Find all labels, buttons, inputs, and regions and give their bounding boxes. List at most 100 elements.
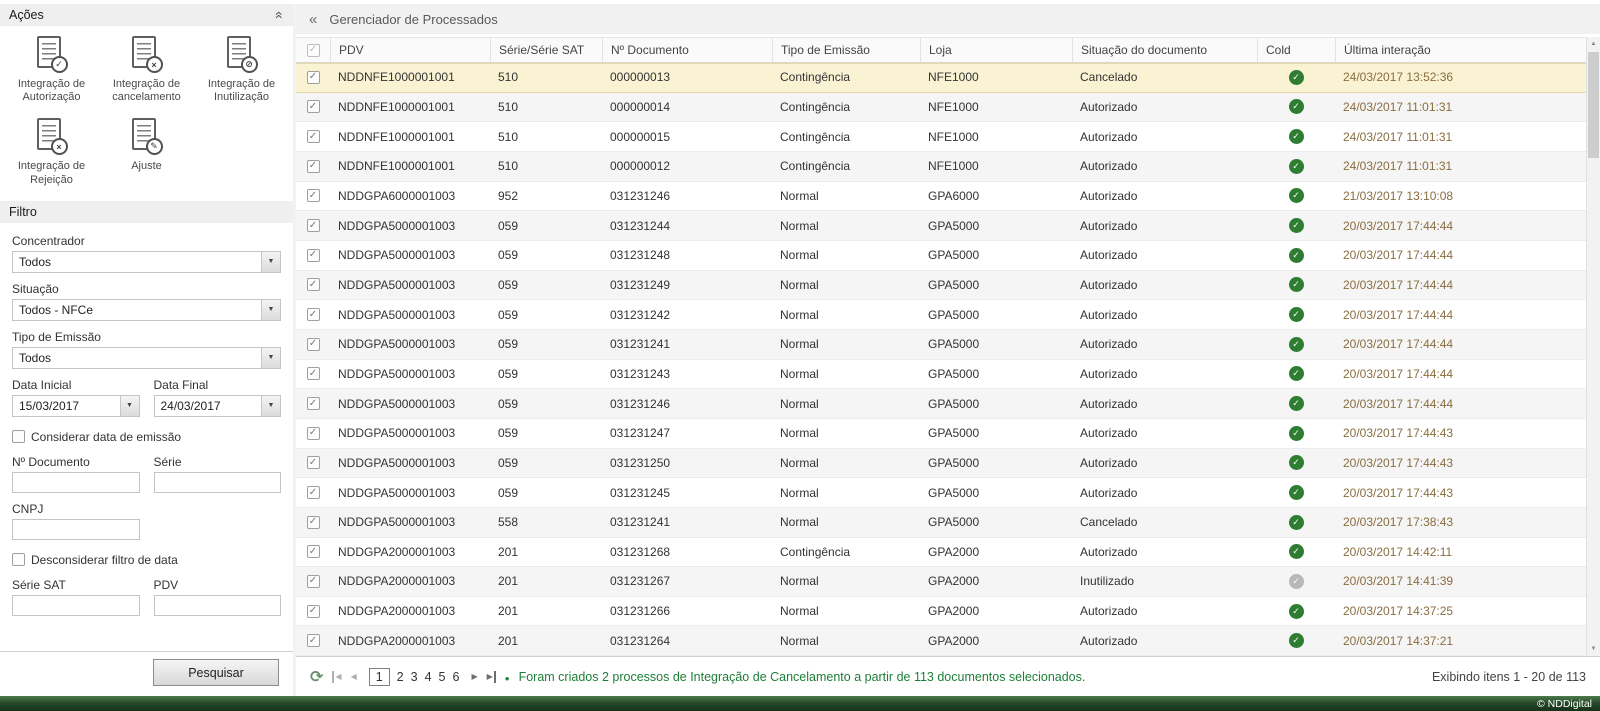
data-inicial-picker[interactable]: 15/03/2017 (12, 395, 140, 417)
collapse-sidebar-icon[interactable] (309, 11, 317, 28)
situacao-value: Todos - NFCe (13, 300, 261, 320)
row-checkbox[interactable] (307, 545, 320, 558)
refresh-icon[interactable] (310, 667, 323, 687)
row-checkbox[interactable] (307, 367, 320, 380)
cell-ultima-interacao: 21/03/2017 13:10:08 (1335, 189, 1586, 203)
serie-sat-input[interactable] (12, 595, 140, 616)
row-checkbox[interactable] (307, 338, 320, 351)
considerar-label: Considerar data de emissão (31, 430, 181, 444)
row-checkbox[interactable] (307, 605, 320, 618)
table-row[interactable]: NDDGPA5000001003 059 031231249 Normal GP… (296, 271, 1586, 301)
row-checkbox[interactable] (307, 100, 320, 113)
table-row[interactable]: NDDGPA5000001003 059 031231248 Normal GP… (296, 241, 1586, 271)
page-button-6[interactable]: 6 (452, 670, 459, 684)
row-checkbox[interactable] (307, 634, 320, 647)
column-header-6[interactable]: Situação do documento (1072, 38, 1257, 62)
data-final-picker[interactable]: 24/03/2017 (154, 395, 282, 417)
next-page-icon[interactable] (471, 671, 477, 683)
table-row[interactable]: NDDGPA2000001003 201 031231268 Contingên… (296, 538, 1586, 568)
chevron-down-icon[interactable] (261, 396, 280, 416)
row-checkbox[interactable] (307, 278, 320, 291)
table-row[interactable]: NDDGPA5000001003 059 031231250 Normal GP… (296, 449, 1586, 479)
row-checkbox[interactable] (307, 308, 320, 321)
table-row[interactable]: NDDGPA5000001003 059 031231246 Normal GP… (296, 389, 1586, 419)
page-button-3[interactable]: 3 (411, 670, 418, 684)
action-button-3[interactable]: ⊘Integração de Inutilização (196, 36, 288, 104)
cell-situacao: Autorizado (1072, 100, 1257, 114)
previous-page-icon[interactable] (351, 671, 357, 683)
table-row[interactable]: NDDGPA2000001003 201 031231266 Normal GP… (296, 597, 1586, 627)
documento-input[interactable] (12, 472, 140, 493)
column-header-8[interactable]: Última interação (1335, 38, 1586, 62)
row-checkbox[interactable] (307, 486, 320, 499)
action-button-4[interactable]: ×Integração de Rejeição (6, 118, 98, 186)
table-row[interactable]: NDDGPA5000001003 059 031231247 Normal GP… (296, 419, 1586, 449)
search-button[interactable]: Pesquisar (153, 659, 279, 686)
action-button-2[interactable]: ×Integração de cancelamento (101, 36, 193, 104)
row-checkbox[interactable] (307, 397, 320, 410)
tipo-emissao-select[interactable]: Todos (12, 347, 281, 369)
row-checkbox[interactable] (307, 160, 320, 173)
column-header-1[interactable]: PDV (330, 38, 490, 62)
considerar-checkbox-row[interactable]: Considerar data de emissão (12, 430, 281, 444)
main-header: Gerenciador de Processados (296, 4, 1600, 34)
row-checkbox[interactable] (307, 427, 320, 440)
cnpj-input[interactable] (12, 519, 140, 540)
action-button-1[interactable]: ✓Integração de Autorização (6, 36, 98, 104)
cell-situacao: Autorizado (1072, 130, 1257, 144)
table-row[interactable]: NDDGPA5000001003 059 031231244 Normal GP… (296, 211, 1586, 241)
row-checkbox[interactable] (307, 516, 320, 529)
vertical-scrollbar[interactable] (1586, 37, 1600, 656)
situacao-select[interactable]: Todos - NFCe (12, 299, 281, 321)
action-button-5[interactable]: ✎Ajuste (101, 118, 193, 186)
page-button-2[interactable]: 2 (397, 670, 404, 684)
concentrador-select[interactable]: Todos (12, 251, 281, 273)
table-row[interactable]: NDDNFE1000001001 510 000000013 Contingên… (296, 63, 1586, 93)
scroll-up-icon[interactable] (1587, 37, 1600, 51)
table-row[interactable]: NDDNFE1000001001 510 000000015 Contingên… (296, 122, 1586, 152)
row-checkbox[interactable] (307, 189, 320, 202)
chevron-down-icon[interactable] (120, 396, 139, 416)
chevron-down-icon[interactable] (261, 300, 280, 320)
select-all-checkbox[interactable] (307, 44, 320, 57)
table-row[interactable]: NDDNFE1000001001 510 000000014 Contingên… (296, 93, 1586, 123)
column-header-5[interactable]: Loja (920, 38, 1072, 62)
table-row[interactable]: NDDGPA2000001003 201 031231267 Normal GP… (296, 567, 1586, 597)
last-page-icon[interactable] (487, 671, 496, 683)
table-row[interactable]: NDDGPA5000001003 059 031231243 Normal GP… (296, 360, 1586, 390)
table-row[interactable]: NDDGPA6000001003 952 031231246 Normal GP… (296, 182, 1586, 212)
table-row[interactable]: NDDGPA5000001003 059 031231245 Normal GP… (296, 478, 1586, 508)
first-page-icon[interactable] (332, 671, 341, 683)
row-checkbox[interactable] (307, 71, 320, 84)
desconsiderar-checkbox[interactable] (12, 553, 25, 566)
scrollbar-thumb[interactable] (1588, 52, 1599, 158)
column-header-3[interactable]: Nº Documento (602, 38, 772, 62)
select-all-cell (296, 38, 330, 62)
chevron-down-icon[interactable] (261, 348, 280, 368)
row-checkbox[interactable] (307, 249, 320, 262)
scroll-down-icon[interactable] (1587, 642, 1600, 656)
serie-input[interactable] (154, 472, 282, 493)
cell-documento: 031231248 (602, 248, 772, 262)
page-button-5[interactable]: 5 (439, 670, 446, 684)
row-checkbox[interactable] (307, 219, 320, 232)
page-button-4[interactable]: 4 (425, 670, 432, 684)
row-checkbox[interactable] (307, 575, 320, 588)
row-checkbox-cell (296, 189, 330, 202)
table-row[interactable]: NDDNFE1000001001 510 000000012 Contingên… (296, 152, 1586, 182)
page-button-1[interactable]: 1 (369, 668, 390, 686)
column-header-2[interactable]: Série/Série SAT (490, 38, 602, 62)
row-checkbox[interactable] (307, 130, 320, 143)
collapse-actions-icon[interactable] (276, 7, 284, 23)
table-row[interactable]: NDDGPA5000001003 558 031231241 Normal GP… (296, 508, 1586, 538)
table-row[interactable]: NDDGPA5000001003 059 031231242 Normal GP… (296, 300, 1586, 330)
column-header-7[interactable]: Cold (1257, 38, 1335, 62)
considerar-checkbox[interactable] (12, 430, 25, 443)
table-row[interactable]: NDDGPA5000001003 059 031231241 Normal GP… (296, 330, 1586, 360)
pdv-input[interactable] (154, 595, 282, 616)
column-header-4[interactable]: Tipo de Emissão (772, 38, 920, 62)
table-row[interactable]: NDDGPA2000001003 201 031231264 Normal GP… (296, 626, 1586, 656)
chevron-down-icon[interactable] (261, 252, 280, 272)
row-checkbox[interactable] (307, 456, 320, 469)
desconsiderar-checkbox-row[interactable]: Desconsiderar filtro de data (12, 553, 281, 567)
